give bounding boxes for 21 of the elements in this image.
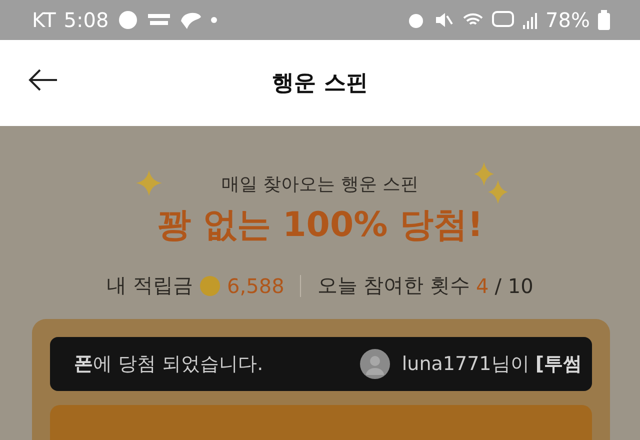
points-value: 6,588 (227, 274, 284, 298)
avatar-icon (360, 349, 390, 379)
mute-icon (434, 10, 454, 30)
signal-icon (522, 11, 538, 29)
count-label: 오늘 참여한 횟수 (317, 272, 470, 299)
clock: 5:08 (64, 8, 109, 32)
page-title: 행운 스핀 (272, 70, 368, 98)
promo-subtitle: 매일 찾아오는 행운 스핀 (221, 173, 419, 196)
ticker-message: 폰에 당첨 되었습니다. (74, 352, 264, 377)
carrier: KT (32, 8, 56, 32)
count-total: / 10 (494, 274, 534, 298)
dot-icon (210, 17, 217, 23)
sparkles-icon (472, 162, 510, 206)
ticker-winner: luna1771님이 [투썸 (402, 352, 582, 377)
coin-icon (199, 274, 222, 296)
count-value: 4 (476, 274, 489, 298)
points-label: 내 적립금 (106, 272, 194, 299)
promo-headline: 꽝 없는 100% 당첨! (156, 204, 484, 247)
battery-percent: 78% (546, 8, 590, 32)
battery-icon (598, 10, 610, 30)
sparkle-icon (136, 170, 162, 196)
